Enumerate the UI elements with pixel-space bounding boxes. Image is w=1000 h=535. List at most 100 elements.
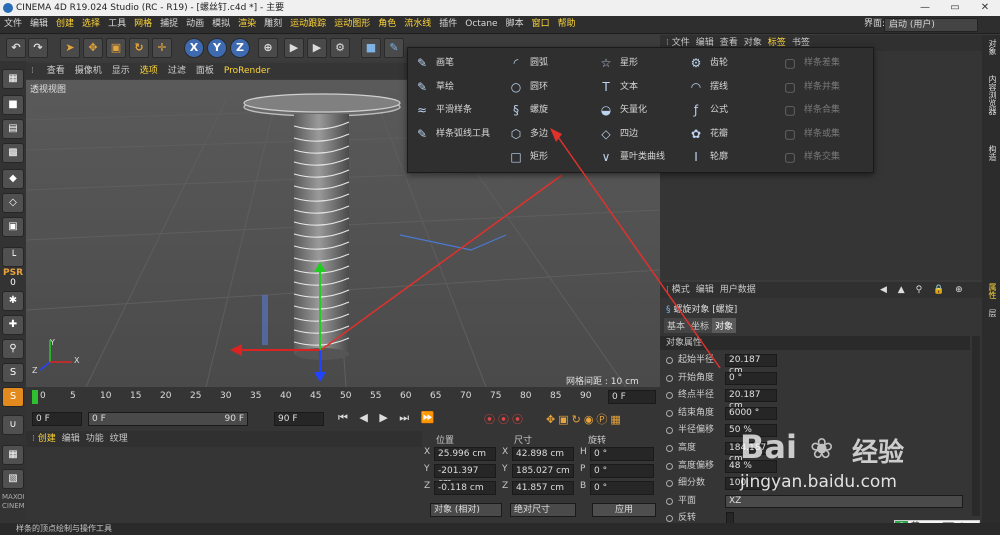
tab-object[interactable]: 对象	[712, 318, 737, 333]
menu-file[interactable]: 文件	[0, 16, 26, 33]
viewport-menu-filter[interactable]: 过滤	[163, 63, 191, 79]
animate-dot-icon[interactable]	[666, 427, 673, 435]
points-mode-icon[interactable]: ◆	[2, 169, 24, 189]
size-field[interactable]: 185.027 cm	[512, 464, 574, 478]
size-field[interactable]: 41.857 cm	[512, 481, 574, 495]
cube-icon[interactable]: ■	[361, 38, 381, 58]
rotate-icon[interactable]: ↻	[129, 38, 149, 58]
axis-mode-icon[interactable]: └	[2, 247, 24, 267]
move-icon[interactable]: ✥	[83, 38, 103, 58]
playhead-marker[interactable]	[32, 390, 38, 404]
right-tab-attributes[interactable]: 属性	[984, 283, 998, 299]
position-field[interactable]: -0.118 cm	[434, 481, 496, 495]
attr-nav-icon[interactable]: ⁞	[666, 285, 672, 295]
right-tab-structure[interactable]: 构造	[984, 145, 998, 161]
animate-dot-icon[interactable]	[666, 445, 673, 452]
material-menu-create[interactable]: 创建	[38, 434, 62, 444]
rotation-field[interactable]: 0 °	[590, 481, 654, 495]
render-view-icon[interactable]: ▶	[284, 38, 304, 58]
viewport-nav-icon[interactable]: ⁞	[26, 63, 39, 79]
menu-motion-tracking[interactable]: 运动跟踪	[286, 16, 330, 33]
size-field[interactable]: 42.898 cm	[512, 447, 574, 461]
menu-edit[interactable]: 编辑	[26, 16, 52, 33]
recent-tool-icon[interactable]: ✛	[152, 38, 172, 58]
tweak-mode-icon[interactable]: ⚲	[2, 339, 24, 359]
right-tab-layers[interactable]: 层	[984, 309, 998, 317]
y-axis-lock-button[interactable]: Y	[207, 38, 227, 58]
menu-sculpt[interactable]: 雕刻	[260, 16, 286, 33]
rotation-field[interactable]: 0 °	[590, 447, 654, 461]
menu-script[interactable]: 脚本	[502, 16, 528, 33]
solo-selection-icon[interactable]: S	[2, 387, 24, 407]
frame-range-slider[interactable]: 0 F 90 F	[88, 412, 248, 426]
timeline-end-field[interactable]: 0 F	[608, 390, 656, 404]
material-menu-function[interactable]: 功能	[86, 434, 110, 444]
attr-menu-mode[interactable]: 模式	[672, 285, 696, 295]
viewport-menu-options[interactable]: 选项	[135, 63, 163, 79]
menu-tools[interactable]: 工具	[104, 16, 130, 33]
right-tab-objects[interactable]: 对象	[984, 39, 998, 55]
enable-axis-icon[interactable]: ✚	[2, 315, 24, 335]
animate-dot-icon[interactable]	[666, 497, 673, 505]
menu-select[interactable]: 选择	[78, 16, 104, 33]
viewport-menu-prorender[interactable]: ProRender	[219, 63, 275, 79]
render-picture-viewer-icon[interactable]: ▶	[307, 38, 327, 58]
snap-icon[interactable]: ✱	[2, 291, 24, 311]
key-mode-controls[interactable]: ✥▣↻◉Ⓟ▦	[546, 411, 624, 427]
viewport-menu-panel[interactable]: 面板	[191, 63, 219, 79]
viewport-menu-display[interactable]: 显示	[107, 63, 135, 79]
material-menu-edit[interactable]: 编辑	[62, 434, 86, 444]
undo-icon[interactable]: ↶	[6, 38, 26, 58]
right-tab-content-browser[interactable]: 内容浏览器	[984, 75, 998, 115]
paint-icon[interactable]: ▧	[2, 469, 24, 489]
viewport-menu-view[interactable]: 查看	[42, 63, 70, 79]
menu-mograph[interactable]: 运动图形	[330, 16, 374, 33]
scale-icon[interactable]: ▣	[106, 38, 126, 58]
menu-snap[interactable]: 捕捉	[156, 16, 182, 33]
animate-dot-icon[interactable]	[666, 374, 673, 382]
layout-select[interactable]: 启动 (用户)	[884, 18, 978, 32]
polygons-mode-icon[interactable]: ▣	[2, 217, 24, 237]
attr-menu-edit[interactable]: 编辑	[696, 285, 720, 295]
animate-dot-icon[interactable]	[666, 392, 673, 400]
animate-dot-icon[interactable]	[666, 409, 673, 417]
attr-nav-controls[interactable]: ◀ ▲ ⚲ 🔒 ⊕	[880, 282, 967, 298]
apply-button[interactable]: 应用	[592, 503, 656, 517]
attr-value-field[interactable]: 20.187 cm	[725, 389, 777, 411]
tab-basic[interactable]: 基本	[664, 318, 689, 333]
menu-simulate[interactable]: 模拟	[208, 16, 234, 33]
start-frame-field[interactable]: 0 F	[32, 412, 82, 426]
redo-icon[interactable]: ↷	[28, 38, 48, 58]
animate-dot-icon[interactable]	[666, 357, 673, 364]
z-axis-lock-button[interactable]: Z	[230, 38, 250, 58]
menu-create[interactable]: 创建	[52, 16, 78, 33]
position-field[interactable]: 25.996 cm	[434, 447, 496, 461]
animate-dot-icon[interactable]	[666, 462, 673, 470]
minimize-button[interactable]: —	[910, 0, 940, 16]
menu-octane[interactable]: Octane	[461, 16, 501, 33]
animate-dot-icon[interactable]	[666, 480, 673, 488]
coord-mode-select[interactable]: 对象 (相对)	[430, 503, 502, 517]
position-field[interactable]: -201.397 cm	[434, 464, 496, 488]
playback-controls[interactable]: ⏮ ◀ ▶ ⏭ ⏩	[338, 411, 438, 425]
end-frame-field[interactable]: 90 F	[274, 412, 324, 426]
rotation-field[interactable]: 0 °	[590, 464, 654, 478]
render-settings-icon[interactable]: ⚙	[330, 38, 350, 58]
attr-value-field[interactable]: 6000 °	[725, 406, 777, 420]
maximize-button[interactable]: ▭	[940, 0, 970, 16]
select-arrow-icon[interactable]: ➤	[60, 38, 80, 58]
menu-help[interactable]: 帮助	[554, 16, 580, 33]
model-mode-icon[interactable]: ■	[2, 95, 24, 115]
magnet-icon[interactable]: ∪	[2, 415, 24, 435]
spline-pen-icon[interactable]: ✎	[384, 38, 404, 58]
menu-mesh[interactable]: 网格	[130, 16, 156, 33]
grid-icon[interactable]: ▦	[2, 445, 24, 465]
menu-character[interactable]: 角色	[374, 16, 400, 33]
menu-render[interactable]: 渲染	[234, 16, 260, 33]
tab-coord[interactable]: 坐标	[688, 318, 713, 333]
material-menu-texture[interactable]: 纹理	[110, 434, 128, 444]
menu-pipeline[interactable]: 流水线	[400, 16, 435, 33]
workplane-icon[interactable]: ▩	[2, 143, 24, 163]
record-controls[interactable]: ⦿⦿⦿	[484, 411, 526, 427]
attr-menu-userdata[interactable]: 用户数据	[720, 285, 756, 295]
